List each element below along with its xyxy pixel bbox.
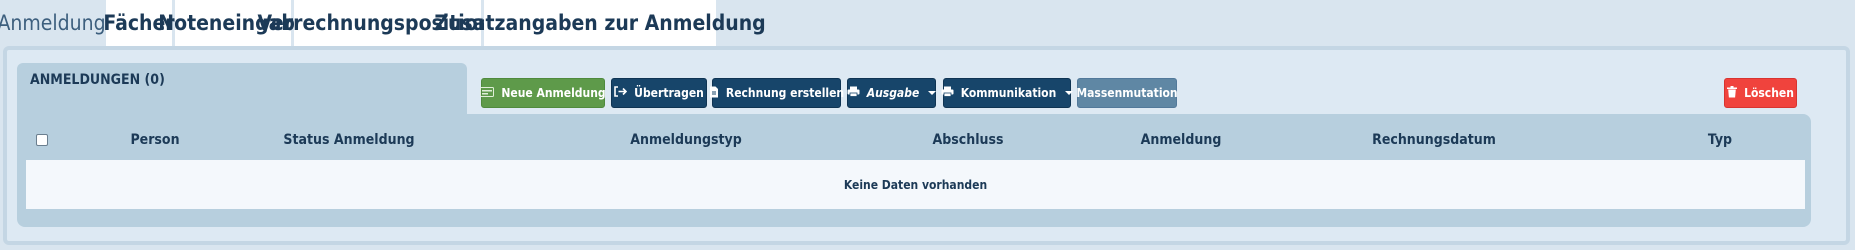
output-label: Ausgabe	[866, 86, 920, 100]
communication-dropdown[interactable]: Kommunikation	[941, 78, 1074, 108]
empty-message: Keine Daten vorhanden	[843, 177, 988, 192]
delete-label: Löschen	[1744, 86, 1794, 100]
new-registration-label: Neue Anmeldung	[501, 86, 606, 100]
transfer-label: Übertragen	[634, 86, 704, 100]
chevron-down-icon	[1065, 91, 1074, 95]
trash-icon	[1727, 85, 1738, 101]
column-header-invoice-date[interactable]: Rechnungsdatum	[1372, 132, 1496, 148]
printer-icon	[941, 86, 954, 100]
output-dropdown[interactable]: Ausgabe	[847, 78, 937, 108]
create-invoice-button[interactable]: Rechnung erstellen	[709, 78, 845, 108]
chevron-down-icon	[928, 91, 937, 95]
column-header-status[interactable]: Status Anmeldung	[283, 132, 414, 148]
panel-title: ANMELDUNGEN (0)	[30, 72, 165, 88]
delete-button[interactable]: Löschen	[1724, 78, 1797, 108]
column-header-kind[interactable]: Typ	[1708, 132, 1732, 148]
select-all-checkbox[interactable]	[36, 134, 48, 146]
column-header-registration[interactable]: Anmeldung	[1141, 132, 1222, 148]
communication-label: Kommunikation	[960, 86, 1057, 100]
tab-anmeldung[interactable]: Anmeldung	[0, 0, 106, 46]
mass-mutation-label: Massenmutation	[1076, 86, 1178, 100]
column-header-person[interactable]: Person	[130, 132, 179, 148]
column-header-degree[interactable]: Abschluss	[933, 132, 1004, 148]
file-icon	[709, 86, 719, 101]
printer-icon	[847, 86, 860, 100]
sign-out-icon	[614, 86, 628, 100]
transfer-button[interactable]: Übertragen	[611, 78, 707, 108]
column-header-type[interactable]: Anmeldungstyp	[630, 132, 741, 148]
mass-mutation-button[interactable]: Massenmutation	[1076, 78, 1178, 108]
tab-zusatzangaben[interactable]: Zusatzangaben zur Anmeldung	[434, 0, 766, 46]
new-registration-button[interactable]: Neue Anmeldung	[480, 78, 606, 108]
create-invoice-label: Rechnung erstellen	[725, 86, 845, 100]
tab-bar: Anmeldung Fächer Noteneingabe Verrechnun…	[0, 0, 766, 46]
table-empty-row: Keine Daten vorhanden	[26, 160, 1805, 209]
card-icon	[480, 86, 495, 100]
panel-header	[17, 63, 467, 115]
